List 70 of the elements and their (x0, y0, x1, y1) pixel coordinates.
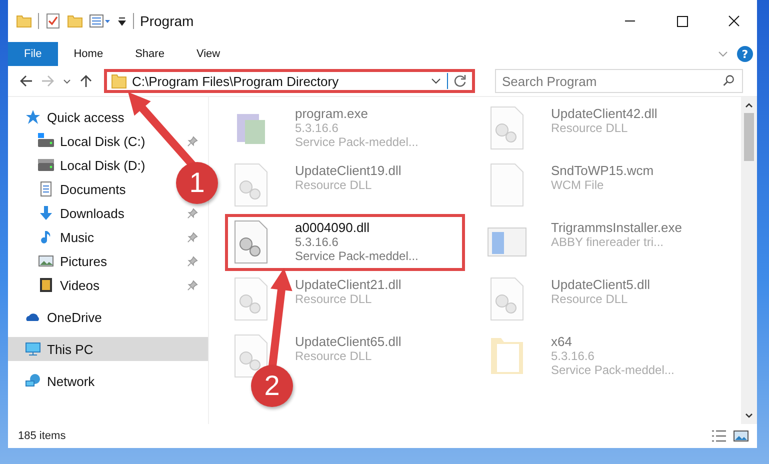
address-bar[interactable]: C:\Program Files\Program Directory (104, 69, 475, 93)
file-detail: WCM File (551, 178, 605, 192)
ribbon-tab[interactable]: Share (119, 42, 180, 66)
customize-caret-icon[interactable] (117, 16, 127, 26)
pin-icon[interactable] (187, 256, 198, 266)
ribbon-tab[interactable]: Home (58, 42, 120, 66)
file-name[interactable]: UpdateClient21.dll (295, 277, 402, 292)
file-detail: 5.3.16.6 (551, 349, 596, 363)
file-name[interactable]: SndToWP15.wcm (551, 163, 654, 178)
sidebar-item[interactable]: Videos (8, 273, 174, 297)
item-icon (25, 373, 41, 389)
file-detail: Resource DLL (551, 292, 629, 306)
sidebar-item[interactable]: Network (8, 369, 208, 393)
search-icon[interactable] (722, 74, 736, 88)
file-name[interactable]: UpdateClient19.dll (295, 163, 402, 178)
file-name[interactable]: UpdateClient5.dll (551, 277, 650, 292)
item-icon (25, 109, 41, 125)
item-icon (38, 253, 54, 269)
file-name[interactable]: UpdateClient42.dll (551, 106, 658, 121)
ribbon-tab[interactable]: File (8, 42, 58, 66)
item-icon (38, 181, 54, 197)
file-name[interactable]: UpdateClient65.dll (295, 334, 402, 349)
file-detail: Service Pack-meddel... (295, 135, 418, 149)
pin-icon[interactable] (187, 208, 198, 218)
properties-icon[interactable] (45, 13, 61, 29)
pin-icon[interactable] (187, 136, 198, 146)
item-icon (38, 205, 54, 221)
pin-icon[interactable] (187, 232, 198, 242)
file-name[interactable]: x64 (551, 334, 674, 349)
help-button[interactable]: ? (737, 46, 753, 62)
up-icon[interactable] (78, 73, 94, 89)
sidebar-item[interactable]: Quick access (8, 105, 208, 129)
pin-icon[interactable] (187, 280, 198, 290)
sidebar-item[interactable]: Pictures (8, 249, 174, 273)
sidebar-item[interactable]: Local Disk (C:) (8, 129, 174, 153)
sidebar-item[interactable]: This PC (8, 337, 208, 361)
sidebar-item[interactable]: OneDrive (8, 305, 208, 329)
file-detail: Resource DLL (295, 349, 373, 363)
file-detail: ABBY finereader tri... (551, 235, 664, 249)
file-detail: 5.3.16.6 (295, 235, 340, 249)
file-detail: Resource DLL (295, 292, 373, 306)
file-detail: Service Pack-meddel... (551, 363, 674, 377)
sidebar-item[interactable]: Local Disk (D:) (8, 153, 174, 177)
item-icon (25, 341, 41, 357)
file-name[interactable]: a0004090.dll (295, 220, 418, 235)
sidebar-item[interactable]: Documents (8, 177, 174, 201)
view-menu-icon[interactable] (89, 13, 111, 29)
file-detail: Service Pack-meddel... (295, 249, 418, 263)
address-path: C:\Program Files\Program Directory (132, 74, 339, 88)
refresh-icon[interactable] (447, 73, 468, 89)
details-view-icon[interactable] (711, 429, 727, 443)
file-name[interactable]: TrigrammsInstaller.exe (551, 220, 682, 235)
search-field[interactable]: Search Program (495, 69, 743, 93)
large-icons-view-icon[interactable] (733, 429, 749, 443)
file-name[interactable]: program.exe (295, 106, 418, 121)
item-icon (38, 157, 54, 173)
sidebar-item[interactable]: Music (8, 225, 174, 249)
file-detail: Resource DLL (551, 121, 629, 135)
item-icon (38, 133, 54, 149)
ribbon-tab[interactable]: View (180, 42, 236, 66)
scroll-thumb[interactable] (744, 113, 754, 161)
window-title: Program (140, 13, 194, 29)
folder-icon (111, 73, 127, 89)
sidebar-item[interactable]: Downloads (8, 201, 174, 225)
item-icon (38, 277, 54, 293)
file-detail: 5.3.16.6 (295, 121, 340, 135)
item-count: 185 items (18, 430, 66, 442)
file-detail: Resource DLL (295, 178, 373, 192)
scrollbar[interactable] (741, 97, 757, 424)
back-icon[interactable] (18, 73, 34, 89)
